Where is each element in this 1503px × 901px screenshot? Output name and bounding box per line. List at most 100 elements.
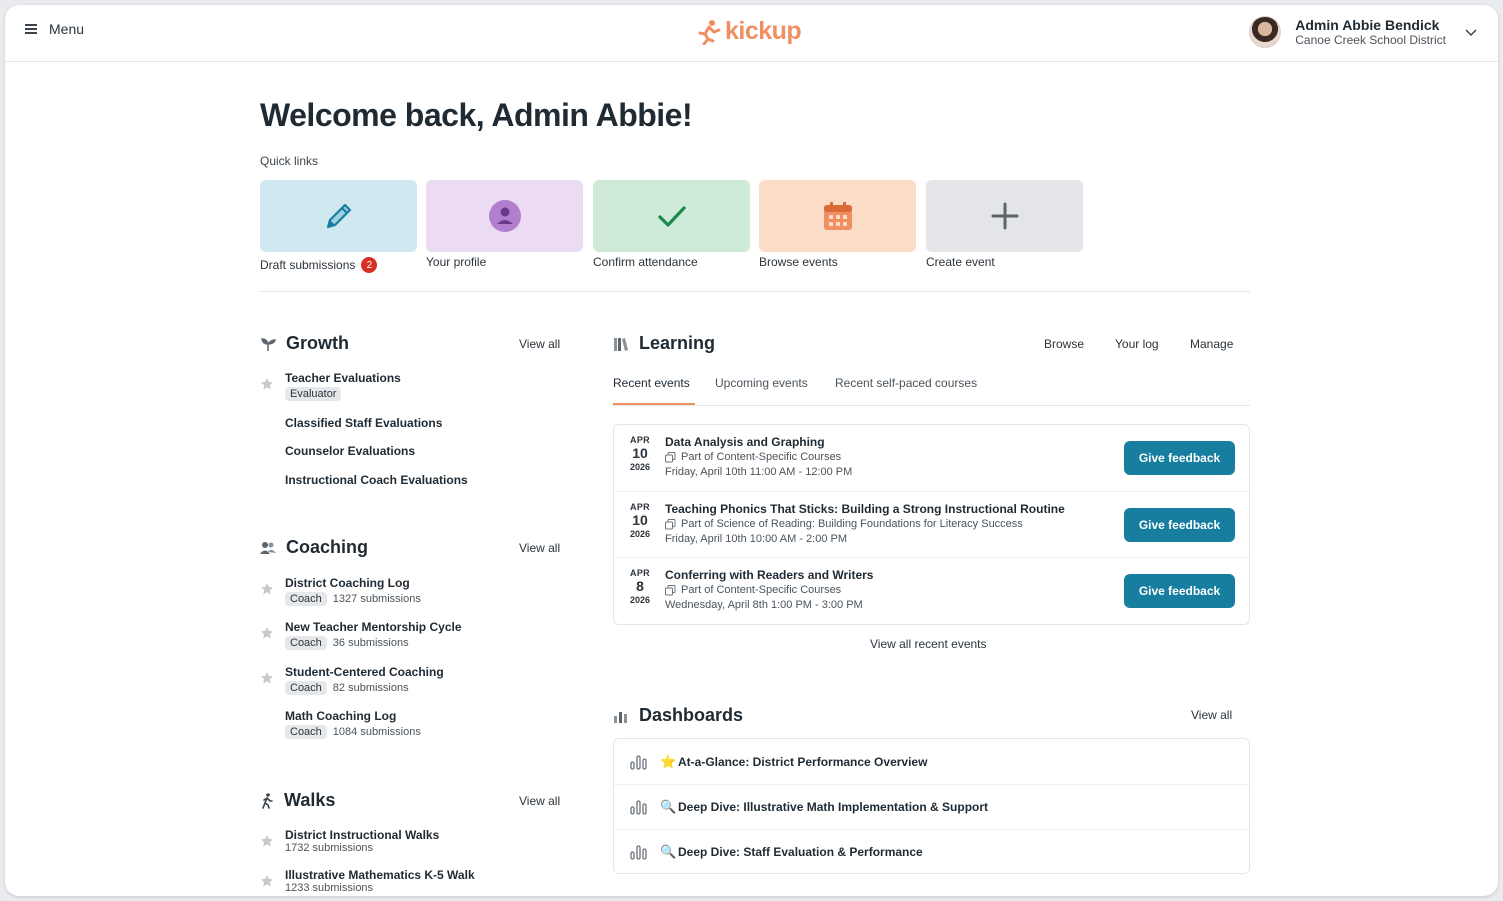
- logo-text: kickup: [725, 17, 802, 45]
- dashboard-row[interactable]: ⭐ At-a-Glance: District Performance Over…: [614, 739, 1249, 784]
- quick-link-draft-submissions[interactable]: Draft submissions 2: [260, 180, 417, 273]
- item-title[interactable]: Illustrative Mathematics K-5 Walk: [285, 868, 475, 882]
- role-badge: Coach: [285, 681, 327, 695]
- event-time: Friday, April 10th 10:00 AM - 2:00 PM: [665, 533, 847, 545]
- walks-title: Walks: [284, 790, 336, 810]
- magnifier-emoji-icon: 🔍: [660, 844, 677, 859]
- star-icon[interactable]: [260, 671, 274, 685]
- page-title: Welcome back, Admin Abbie!: [260, 97, 693, 133]
- event-title[interactable]: Data Analysis and Graphing: [665, 435, 825, 449]
- event-date: APR 8 2026: [629, 568, 651, 605]
- item-title[interactable]: Classified Staff Evaluations: [285, 416, 442, 430]
- item-title[interactable]: Counselor Evaluations: [285, 444, 415, 458]
- item-title[interactable]: District Instructional Walks: [285, 828, 439, 842]
- event-row: APR 8 2026 Conferring with Readers and W…: [614, 557, 1249, 623]
- item-title[interactable]: New Teacher Mentorship Cycle: [285, 620, 462, 634]
- coaching-title: Coaching: [286, 537, 369, 557]
- quick-link-your-profile[interactable]: Your profile: [426, 180, 583, 269]
- item-title[interactable]: Math Coaching Log: [285, 709, 396, 723]
- dashboards-title: Dashboards: [639, 705, 744, 725]
- active-tab-indicator: [613, 403, 695, 405]
- learning-browse-link[interactable]: Browse: [1044, 337, 1084, 351]
- role-badge: Coach: [285, 725, 327, 739]
- item-title[interactable]: Instructional Coach Evaluations: [285, 473, 468, 487]
- event-title[interactable]: Conferring with Readers and Writers: [665, 568, 873, 582]
- dashboard-label: Deep Dive: Staff Evaluation & Performanc…: [678, 845, 923, 859]
- item-title[interactable]: Teacher Evaluations: [285, 371, 401, 385]
- quick-link-label: Confirm attendance: [593, 255, 698, 269]
- learning-tabs: Recent events Upcoming events Recent sel…: [613, 375, 1250, 406]
- pencil-icon: [326, 203, 351, 229]
- give-feedback-button[interactable]: Give feedback: [1124, 508, 1235, 542]
- copy-icon: [665, 451, 676, 462]
- star-icon[interactable]: [260, 377, 274, 391]
- give-feedback-button[interactable]: Give feedback: [1124, 441, 1235, 475]
- menu-button[interactable]: Menu: [25, 21, 84, 37]
- quick-link-create-event[interactable]: Create event: [926, 180, 1083, 269]
- tab-recent-events[interactable]: Recent events: [613, 376, 690, 390]
- tab-upcoming-events[interactable]: Upcoming events: [715, 376, 808, 390]
- learning-header: Learning: [613, 333, 715, 354]
- dashboards-header: Dashboards: [613, 705, 743, 726]
- quick-link-tile: [759, 180, 916, 252]
- quick-link-confirm-attendance[interactable]: Confirm attendance: [593, 180, 750, 269]
- give-feedback-button[interactable]: Give feedback: [1124, 574, 1235, 608]
- walking-person-icon: [262, 792, 273, 809]
- quick-link-label: Create event: [926, 255, 995, 269]
- user-menu[interactable]: Admin Abbie Bendick Canoe Creek School D…: [1249, 16, 1478, 48]
- event-part-of: Part of Content-Specific Courses: [681, 451, 842, 463]
- submission-count: 1084 submissions: [332, 726, 421, 738]
- learning-your-log-link[interactable]: Your log: [1115, 337, 1159, 351]
- plus-icon: [991, 202, 1018, 230]
- copy-icon: [665, 518, 676, 529]
- copy-icon: [665, 584, 676, 595]
- star-icon[interactable]: [260, 874, 274, 888]
- dashboards-view-all-link[interactable]: View all: [1191, 708, 1232, 722]
- menu-label: Menu: [49, 21, 85, 37]
- star-icon[interactable]: [260, 582, 274, 596]
- dashboard-row[interactable]: 🔍 Deep Dive: Illustrative Math Implement…: [614, 784, 1249, 829]
- learning-manage-link[interactable]: Manage: [1190, 337, 1233, 351]
- dashboard-label: At-a-Glance: District Performance Overvi…: [678, 754, 928, 769]
- draft-count-badge: 2: [361, 257, 378, 273]
- item-title[interactable]: District Coaching Log: [285, 576, 410, 590]
- event-date: APR 10 2026: [629, 435, 651, 472]
- bar-chart-icon: [614, 711, 627, 723]
- submission-count: 1327 submissions: [332, 593, 421, 605]
- dashboard-label: Deep Dive: Illustrative Math Implementat…: [678, 800, 989, 814]
- chart-icon: [630, 800, 647, 815]
- magnifier-emoji-icon: 🔍: [660, 799, 677, 814]
- submission-count: 1233 submissions: [285, 882, 374, 894]
- user-org: Canoe Creek School District: [1295, 33, 1446, 47]
- event-title[interactable]: Teaching Phonics That Sticks: Building a…: [665, 502, 1065, 516]
- learning-title: Learning: [639, 333, 716, 353]
- sprout-icon: [261, 337, 276, 351]
- dashboard-row[interactable]: 🔍 Deep Dive: Staff Evaluation & Performa…: [614, 829, 1249, 874]
- coaching-header: Coaching: [260, 537, 368, 558]
- event-part-of: Part of Science of Reading: Building Fou…: [681, 518, 1023, 530]
- books-icon: [614, 337, 628, 351]
- people-icon: [260, 541, 276, 554]
- section-divider: [260, 291, 1250, 292]
- top-bar: Menu kickup Admin Abbie Bendick Canoe Cr…: [5, 5, 1498, 62]
- quick-link-tile: [926, 180, 1083, 252]
- view-all-recent-events-link[interactable]: View all recent events: [870, 637, 987, 651]
- star-icon[interactable]: [260, 834, 274, 848]
- walks-header: Walks: [260, 790, 335, 811]
- avatar: [1249, 16, 1282, 48]
- quick-link-tile: [260, 180, 417, 252]
- star-icon[interactable]: [260, 626, 274, 640]
- growth-view-all-link[interactable]: View all: [519, 337, 560, 351]
- item-title[interactable]: Student-Centered Coaching: [285, 665, 444, 679]
- kickup-logo[interactable]: kickup: [697, 17, 802, 46]
- event-row: APR 10 2026 Teaching Phonics That Sticks…: [614, 491, 1249, 557]
- coaching-view-all-link[interactable]: View all: [519, 541, 560, 555]
- app-window: Menu kickup Admin Abbie Bendick Canoe Cr…: [5, 5, 1498, 896]
- quick-link-tile: [426, 180, 583, 252]
- walks-view-all-link[interactable]: View all: [519, 794, 560, 808]
- growth-header: Growth: [260, 333, 349, 354]
- star-emoji-icon: ⭐: [660, 753, 677, 769]
- quick-link-browse-events[interactable]: Browse events: [759, 180, 916, 269]
- tab-recent-self-paced-courses[interactable]: Recent self-paced courses: [835, 376, 977, 390]
- event-row: APR 10 2026 Data Analysis and Graphing P…: [614, 425, 1249, 491]
